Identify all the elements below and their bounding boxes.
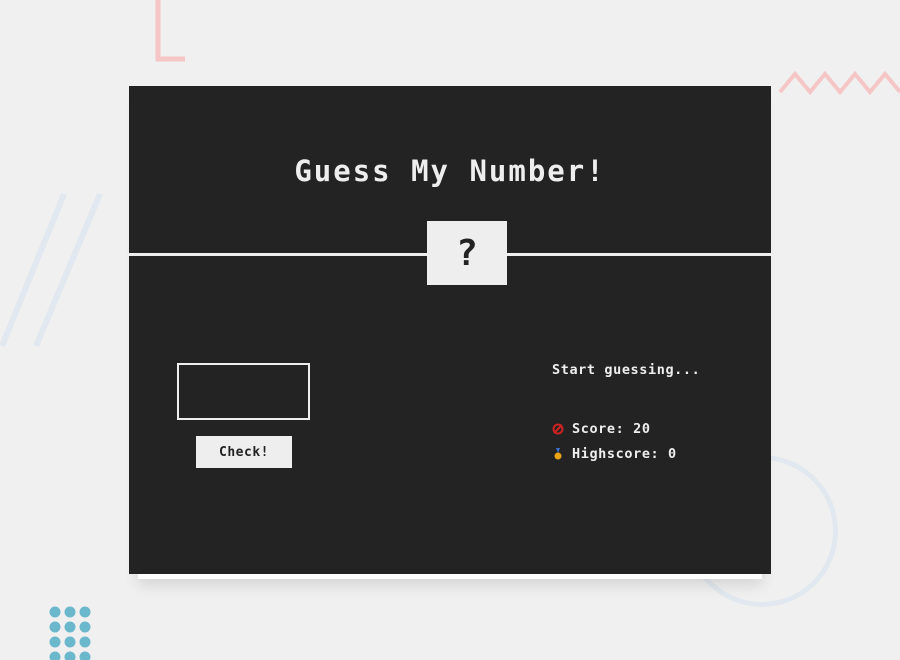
highscore-row: Highscore: 0 — [552, 446, 677, 462]
decorative-dot-grid — [49, 606, 91, 660]
game-board: Guess My Number! ? Check! Start guessing… — [129, 86, 771, 574]
score-value: 20 — [633, 421, 651, 437]
game-title: Guess My Number! — [294, 154, 606, 188]
highscore-icon — [554, 448, 562, 460]
secret-number-box: ? — [427, 221, 507, 285]
decorative-corner-shape — [155, 0, 185, 62]
status-message: Start guessing... — [552, 362, 701, 378]
guess-input[interactable] — [177, 363, 310, 420]
highscore-label: Highscore: — [572, 446, 660, 462]
decorative-diagonal-lines — [0, 192, 103, 348]
highscore-value: 0 — [668, 446, 677, 462]
page: Guess My Number! ? Check! Start guessing… — [0, 0, 900, 660]
score-label: Score: — [572, 421, 625, 437]
secret-number: ? — [456, 232, 478, 274]
check-button[interactable]: Check! — [196, 436, 292, 468]
score-row: Score: 20 — [552, 421, 651, 437]
decorative-zigzag-shape — [778, 70, 900, 96]
score-icon — [552, 423, 564, 435]
